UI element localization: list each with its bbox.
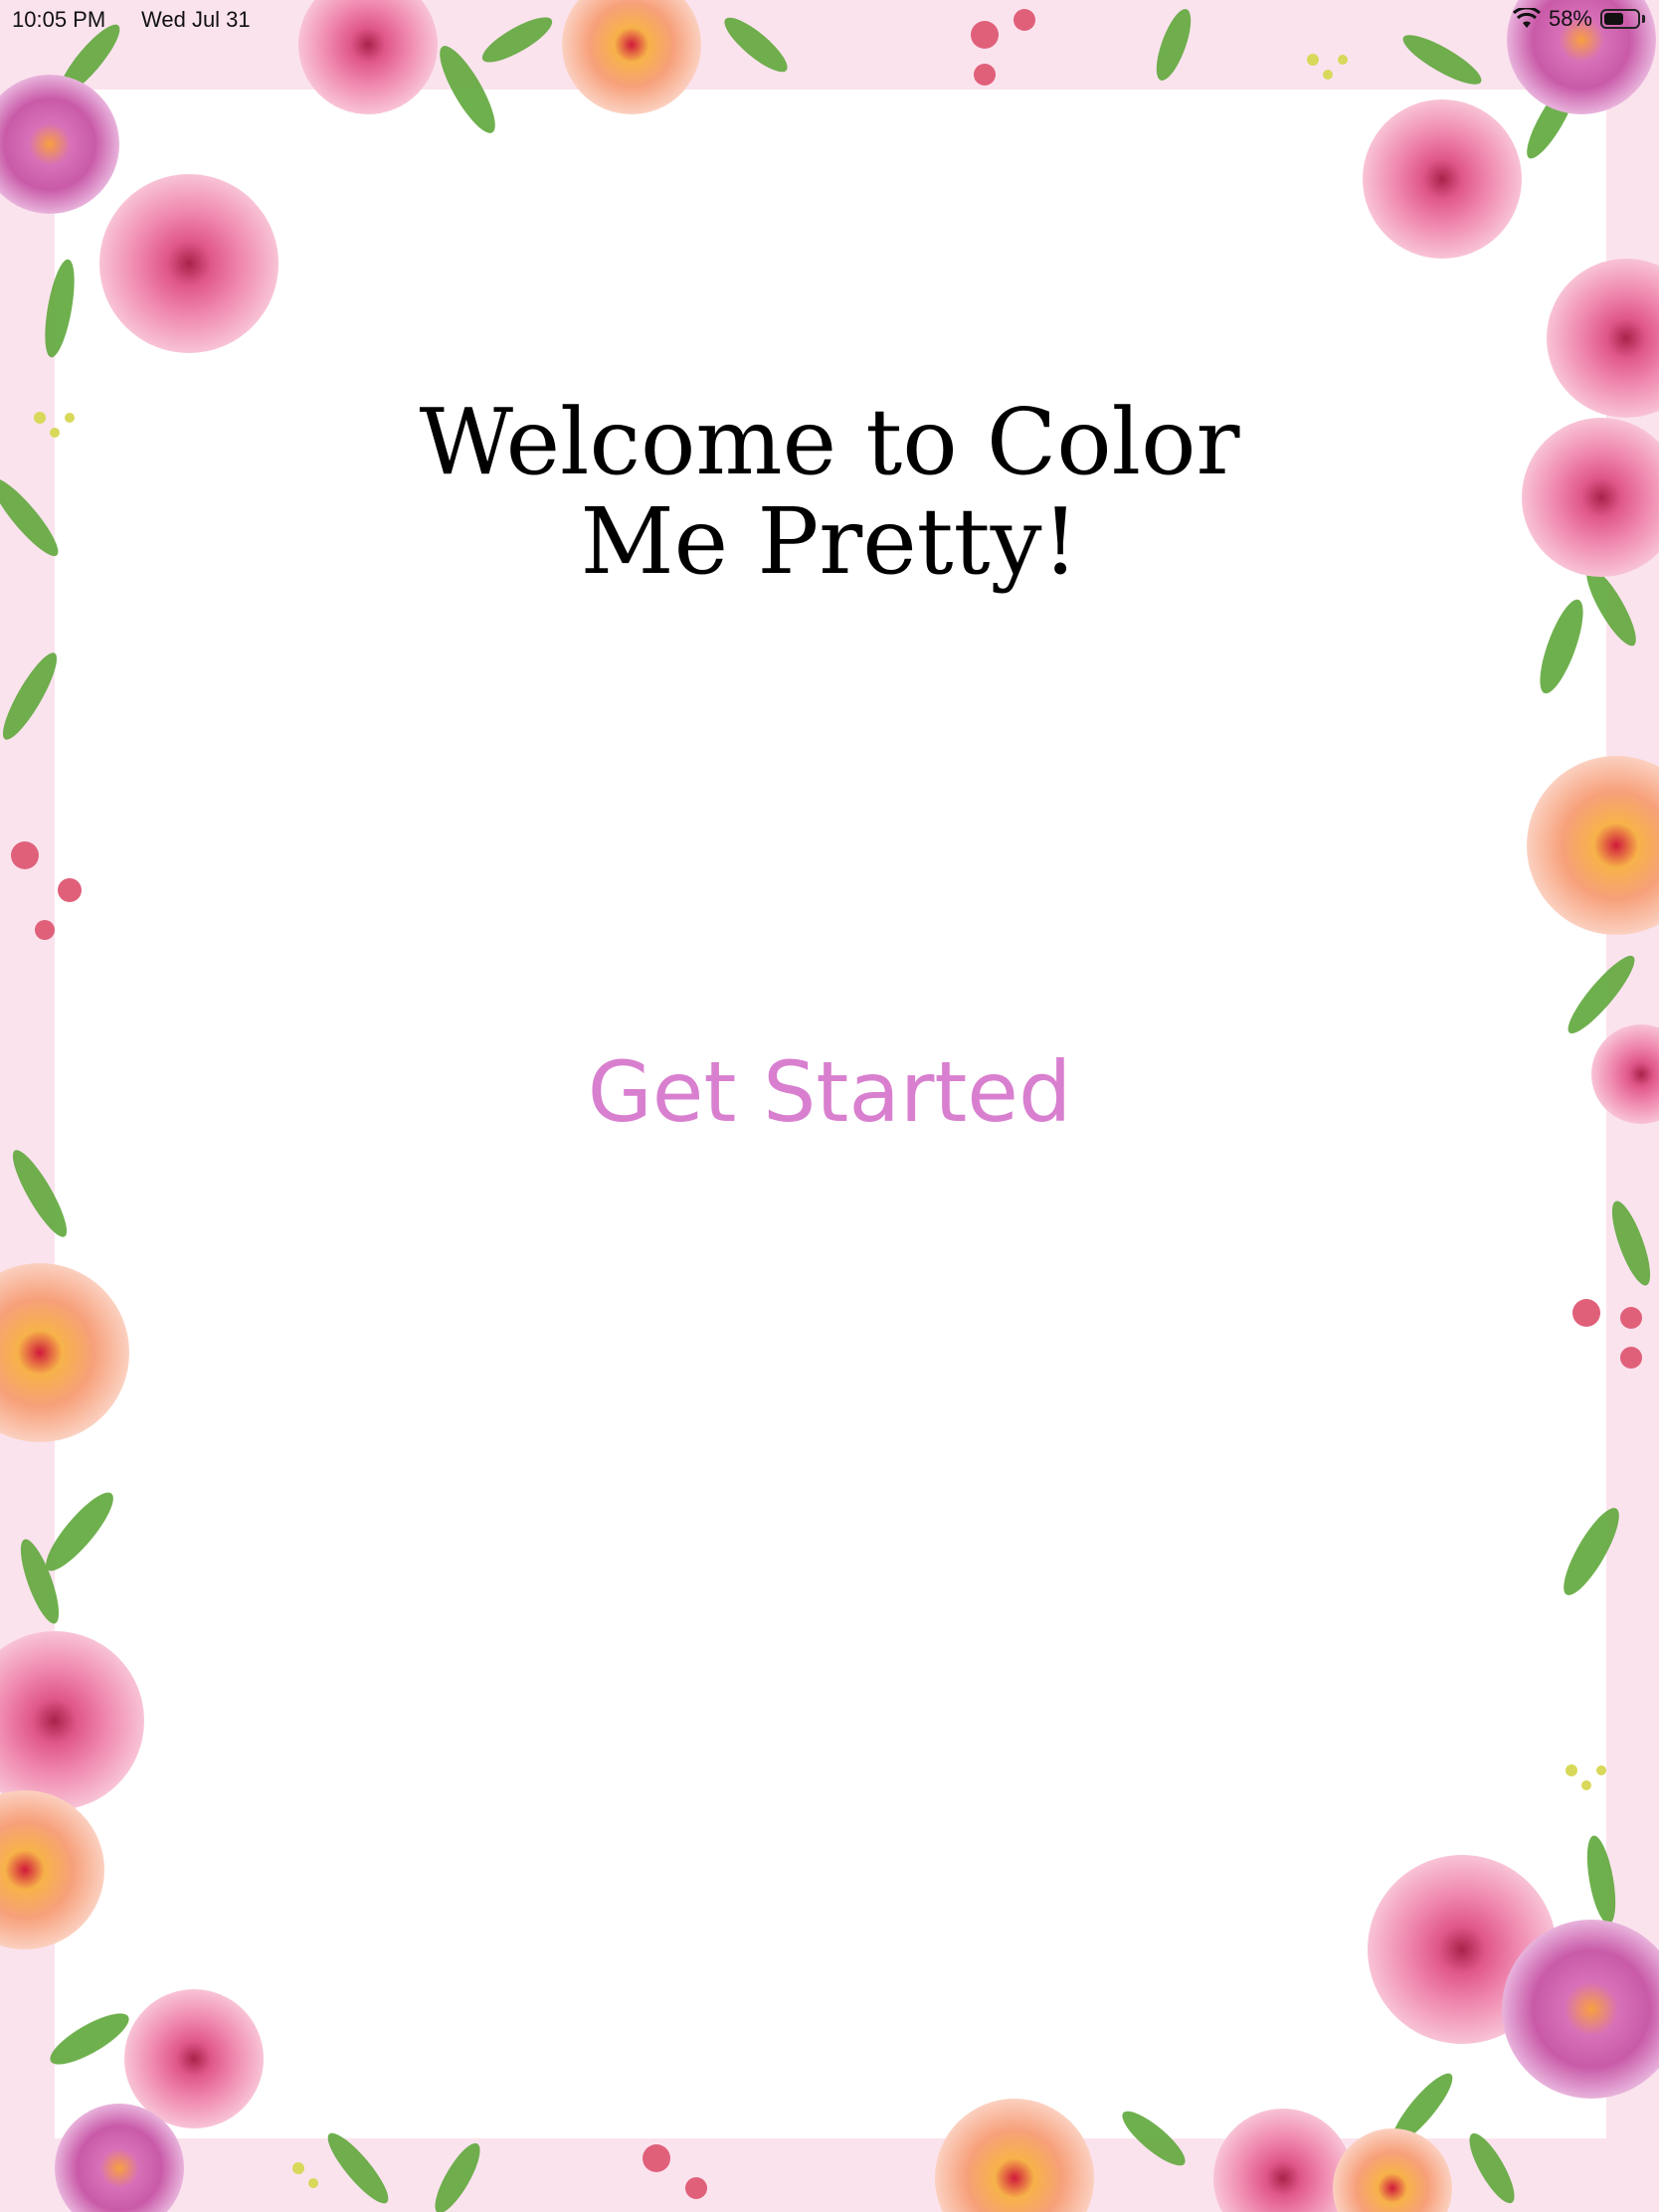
battery-tip — [1642, 15, 1645, 23]
status-date: Wed Jul 31 — [141, 7, 251, 32]
battery-fill — [1604, 13, 1623, 25]
status-bar: 10:05 PM Wed Jul 31 58% — [0, 0, 1659, 40]
welcome-title-line1: Welcome to Color — [419, 389, 1240, 495]
welcome-title: Welcome to Color Me Pretty! — [0, 393, 1659, 592]
battery-icon — [1600, 9, 1640, 29]
status-time: 10:05 PM — [12, 7, 106, 32]
status-indicators: 58% — [1512, 6, 1645, 32]
welcome-title-line2: Me Pretty! — [580, 488, 1079, 595]
welcome-screen: 10:05 PM Wed Jul 31 58% Welcome to Color… — [0, 0, 1659, 2212]
wifi-icon — [1512, 8, 1541, 28]
battery-percent: 58% — [1548, 6, 1592, 31]
get-started-button[interactable]: Get Started — [0, 1044, 1659, 1140]
